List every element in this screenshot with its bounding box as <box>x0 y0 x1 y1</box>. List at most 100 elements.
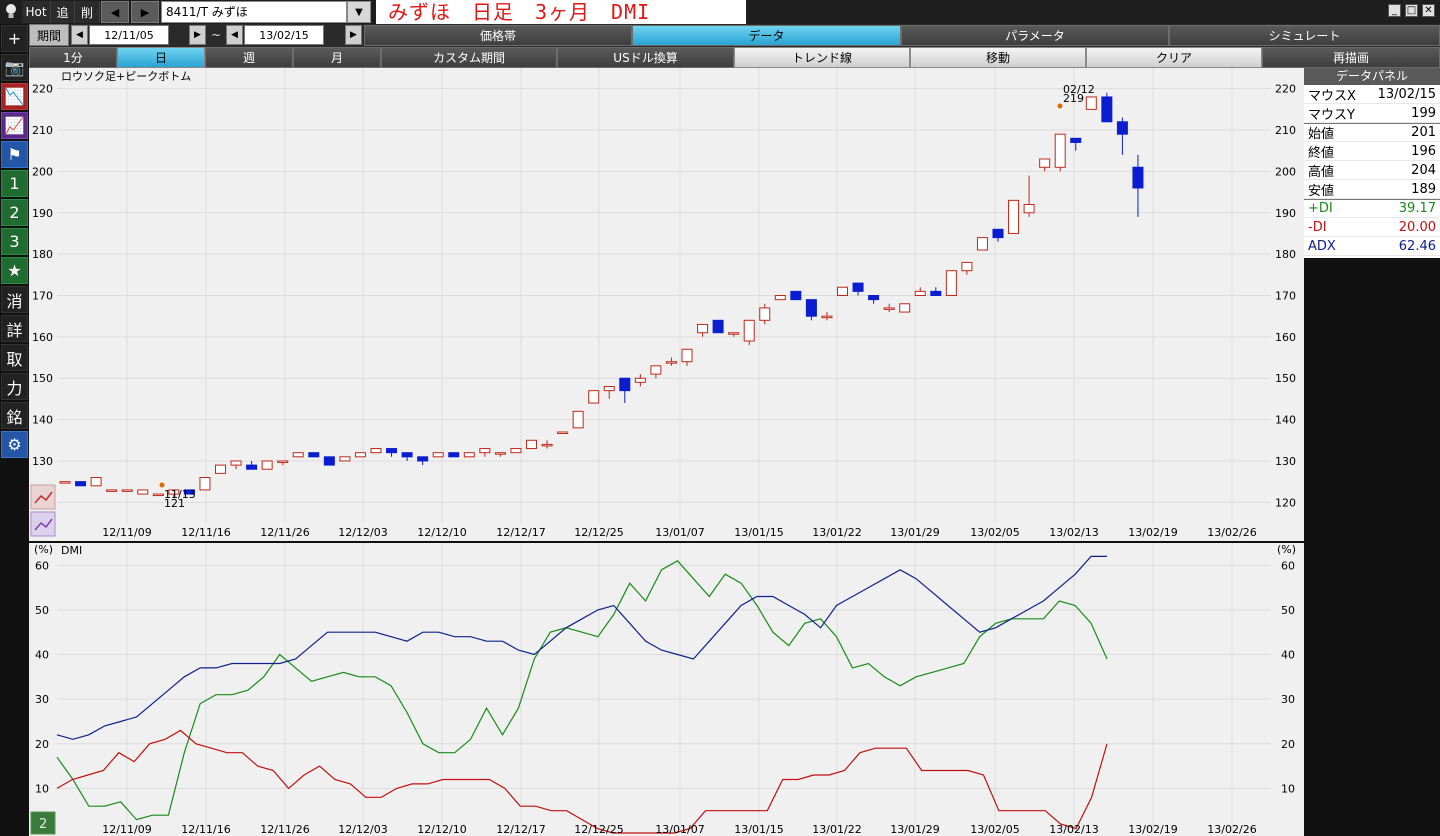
prev-symbol-button[interactable]: ◀ <box>101 1 129 23</box>
custom-period-button[interactable]: カスタム期間 <box>381 47 557 68</box>
candle-body <box>463 452 475 458</box>
end-date-prev-button[interactable]: ◀ <box>226 25 243 45</box>
lightbulb-icon[interactable] <box>0 1 22 23</box>
star-icon[interactable]: ★ <box>1 257 28 284</box>
minimize-button[interactable]: _ <box>1388 4 1401 17</box>
candle-body <box>603 386 615 392</box>
preset-3[interactable]: 3 <box>1 228 28 255</box>
candle-body <box>90 477 102 487</box>
candle-body <box>976 237 988 251</box>
price-y-tick-right: 190 <box>1275 207 1296 220</box>
delete-button[interactable]: 削 <box>75 1 100 23</box>
price-y-tick-left: 170 <box>32 290 53 303</box>
maximize-button[interactable]: □ <box>1405 4 1418 17</box>
candle-body <box>634 377 646 383</box>
tab-price-band[interactable]: 価格帯 <box>364 25 632 46</box>
close-button[interactable]: ✕ <box>1422 4 1435 17</box>
symbol-input[interactable]: 8411/T みずほ <box>161 1 347 23</box>
preset-1[interactable]: 1 <box>1 170 28 197</box>
chart-app-window: Hot 追 削 ◀ ▶ 8411/T みずほ ▼ みずほ 日足 3ヶ月 DMI … <box>0 0 1440 836</box>
price-y-tick-right: 170 <box>1275 290 1296 303</box>
settings-icon[interactable]: ⚙ <box>1 431 28 458</box>
clear-button[interactable]: クリア <box>1086 47 1262 68</box>
price-x-tick: 13/01/22 <box>812 526 861 539</box>
add-button[interactable]: 追 <box>51 1 75 23</box>
candle-body <box>370 448 382 454</box>
candle-body <box>712 319 724 334</box>
price-y-tick-right: 180 <box>1275 248 1296 261</box>
arrow-right-icon: ▶ <box>350 30 357 40</box>
next-symbol-button[interactable]: ▶ <box>131 1 159 23</box>
bottom-marker-dot <box>159 482 165 488</box>
interval-monthly-button[interactable]: 月 <box>293 47 381 68</box>
candle-body <box>448 452 460 458</box>
usd-convert-button[interactable]: USドル換算 <box>557 47 734 68</box>
dmi-x-tick: 12/11/09 <box>102 823 151 836</box>
data-panel-ohlc-row: 高値 204 <box>1304 161 1440 180</box>
move-button[interactable]: 移動 <box>910 47 1086 68</box>
issue-button[interactable]: 銘 <box>1 402 28 429</box>
data-panel-label: 安値 <box>1308 183 1335 199</box>
start-date-next-button[interactable]: ▶ <box>189 25 206 45</box>
dmi-y-tick-left: 30 <box>35 693 49 706</box>
candle-body <box>1008 199 1020 234</box>
candle-body <box>992 228 1004 239</box>
dmi-x-tick: 13/02/05 <box>970 823 1019 836</box>
redraw-button[interactable]: 再描画 <box>1262 47 1440 68</box>
price-y-tick-right: 120 <box>1275 496 1296 509</box>
tab-data[interactable]: データ <box>632 25 901 46</box>
arrow-right-icon: ▶ <box>140 5 150 19</box>
hot-button[interactable]: Hot <box>22 1 51 23</box>
dmi-x-tick: 12/12/25 <box>574 823 623 836</box>
flag-icon[interactable]: ⚑ <box>1 141 28 168</box>
price-x-tick: 12/11/26 <box>260 526 309 539</box>
start-date-field[interactable]: 12/11/05 <box>89 25 169 45</box>
price-x-tick: 13/01/07 <box>655 526 704 539</box>
candle-body <box>1039 158 1051 168</box>
candle-body <box>899 303 911 313</box>
chart-red-icon[interactable]: 📉 <box>1 83 28 110</box>
candle-body <box>697 323 709 334</box>
crosshair-icon[interactable]: + <box>1 25 28 52</box>
dmi-y-tick-right: 50 <box>1281 604 1295 617</box>
price-y-tick-left: 150 <box>32 372 53 385</box>
candle-body <box>1023 204 1035 214</box>
dmi-y-tick-right: 40 <box>1281 649 1295 662</box>
camera-icon[interactable]: 📷 <box>1 54 28 81</box>
detail-button[interactable]: 詳 <box>1 315 28 342</box>
candle-body <box>1101 96 1113 123</box>
candle-body <box>681 348 693 363</box>
dmi-unit-left: (%) <box>34 543 53 556</box>
tab-parameters[interactable]: パラメータ <box>901 25 1169 46</box>
end-date-next-button[interactable]: ▶ <box>345 25 362 45</box>
start-date-prev-button[interactable]: ◀ <box>71 25 88 45</box>
power-button[interactable]: 力 <box>1 373 28 400</box>
interval-daily-button[interactable]: 日 <box>117 47 205 68</box>
trade-button[interactable]: 取 <box>1 344 28 371</box>
chart-canvas[interactable]: 1201201301301401401501501601601701701801… <box>29 68 1304 836</box>
candle-body <box>1085 96 1097 110</box>
trendline-button[interactable]: トレンド線 <box>734 47 910 68</box>
dmi-x-tick: 13/01/29 <box>890 823 939 836</box>
candle-body <box>230 460 242 466</box>
chart-purple-icon[interactable]: 📈 <box>1 112 28 139</box>
preset-2[interactable]: 2 <box>1 199 28 226</box>
price-y-tick-left: 160 <box>32 331 53 344</box>
chart-title: みずほ 日足 3ヶ月 DMI <box>376 0 746 24</box>
candle-body <box>137 489 149 495</box>
dmi-x-tick: 13/02/19 <box>1128 823 1177 836</box>
candle-body <box>526 439 537 450</box>
candle-body <box>961 261 973 272</box>
dmi-x-tick: 13/02/26 <box>1207 823 1256 836</box>
erase-button[interactable]: 消 <box>1 286 28 313</box>
interval-weekly-button[interactable]: 週 <box>205 47 293 68</box>
data-panel-label: ADX <box>1308 238 1336 254</box>
interval-1min-button[interactable]: 1分 <box>29 47 117 68</box>
chevron-down-icon: ▼ <box>355 6 363 18</box>
tab-simulate[interactable]: シミュレート <box>1169 25 1440 46</box>
dmi-y-tick-left: 10 <box>35 782 49 795</box>
end-date-field[interactable]: 13/02/15 <box>244 25 324 45</box>
symbol-dropdown-button[interactable]: ▼ <box>347 1 371 23</box>
period-label: 期間 <box>29 24 69 46</box>
candle-body <box>650 365 662 375</box>
